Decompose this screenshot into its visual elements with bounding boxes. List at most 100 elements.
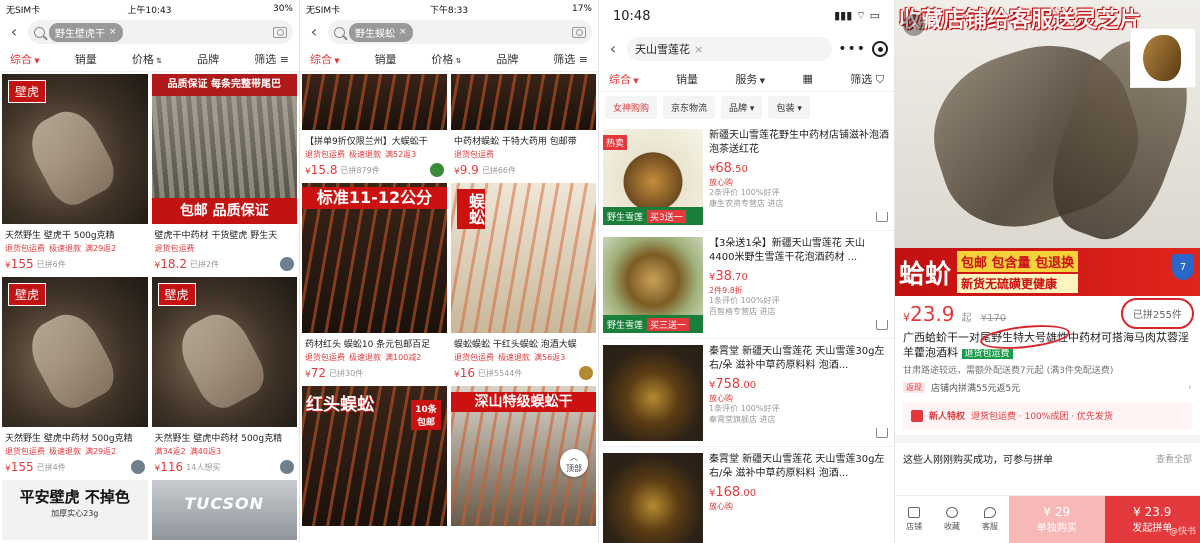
product-card[interactable]: 壁虎 天然野生 壁虎中药材 500g克精 满34返2 满40返3 ¥116 14…: [151, 277, 297, 474]
arrow-up-icon: ︿: [570, 453, 578, 462]
tab-price[interactable]: 价格 ⇅: [132, 51, 162, 67]
tab-sales[interactable]: 销量: [676, 71, 698, 87]
tab-brand[interactable]: 品牌: [197, 51, 219, 67]
service-button[interactable]: 客服: [971, 496, 1009, 543]
grid-view-icon[interactable]: ▦: [802, 72, 812, 85]
shop-button[interactable]: 店铺: [895, 496, 933, 543]
camera-icon[interactable]: [572, 26, 586, 38]
tab-comprehensive[interactable]: 综合 ▼: [310, 51, 340, 67]
buy-single-button[interactable]: ¥ 29 单独购买: [1009, 496, 1105, 543]
tab-filter[interactable]: 筛选 ⛉: [850, 71, 884, 87]
shop-link[interactable]: 秦霄堂旗舰店 进店: [709, 415, 890, 426]
tab-sales[interactable]: 销量: [75, 51, 97, 67]
tab-label: 筛选: [850, 72, 873, 86]
buy-single-price: ¥ 29: [1043, 505, 1071, 519]
list-item[interactable]: 秦霄堂 新疆天山雪莲花 天山雪莲30g左右/朵 滋补中草药原料料 泡酒... ¥…: [599, 447, 894, 543]
search-chip-label: 野生蜈蚣: [355, 28, 395, 40]
centipede-photo: [302, 74, 447, 130]
product-tags: 退货包运费 极速退款 满29返2: [5, 243, 145, 254]
battery-text: 30%: [272, 4, 293, 14]
group-buy-row[interactable]: 这些人刚刚购买成功，可参与拼单 查看全部: [895, 443, 1200, 474]
tab-filter[interactable]: 筛选 ≡: [553, 51, 588, 67]
back-icon[interactable]: ‹: [605, 41, 621, 57]
product-card[interactable]: 品质保证 每条完整带尾巴 包邮 品质保证 壁虎干中药材 干货壁虎 野生天 退货包…: [151, 74, 297, 271]
gift-icon: [911, 409, 923, 422]
cart-icon[interactable]: [876, 212, 888, 222]
tag: 退货包运费: [305, 150, 345, 159]
sold-count: 已拼255件: [1120, 298, 1194, 329]
camera-icon[interactable]: [273, 26, 287, 38]
favorite-label: 收藏: [944, 522, 960, 531]
search-input[interactable]: 天山雪莲花 ×: [627, 37, 833, 61]
close-icon[interactable]: ×: [399, 27, 407, 37]
product-card[interactable]: 【拼单9折仅限兰州】大蜈蚣干 退货包运费 极速退款 满52返3 ¥15.8 已拼…: [302, 74, 447, 177]
tag: 极速退款: [349, 353, 381, 362]
tab-label: 综合: [609, 72, 631, 86]
product-badge: 壁虎: [8, 283, 47, 306]
centipede-search-panel: 无SIM卡 下午8:33 17% ‹ 野生蜈蚣 × 综合 ▼ 销量 价格 ⇅ 品牌…: [300, 0, 599, 543]
shop-link[interactable]: 康生农资专营店 进店: [709, 199, 890, 210]
tab-sales[interactable]: 销量: [375, 51, 397, 67]
filter-chip[interactable]: 京东物流: [663, 96, 716, 119]
image-strip: 野生雪莲 买3送一: [603, 207, 703, 225]
search-chip[interactable]: 野生壁虎干 ×: [49, 22, 123, 42]
price-row: ¥72 已拼30件: [305, 366, 444, 380]
product-card[interactable]: 蜈蚣 蜈蚣蜈蚣 干红头蜈蚣 泡酒大蜈 退货包运费 极速退款 满56返3 ¥16 …: [451, 183, 596, 380]
tab-price[interactable]: 价格 ⇅: [431, 51, 461, 67]
close-icon[interactable]: ×: [109, 27, 117, 37]
filter-chip[interactable]: 女神购购: [605, 96, 658, 119]
group-buy-price: ¥ 23.9: [1133, 505, 1172, 519]
gift-thumbnail: [1130, 28, 1196, 88]
tab-filter[interactable]: 筛选 ≡: [254, 51, 289, 67]
filter-chip[interactable]: 包装 ▾: [768, 96, 810, 119]
cashback-row[interactable]: 返现 店铺内拼满55元返5元 ›: [895, 378, 1200, 397]
group-buy-text: 这些人刚刚购买成功，可参与拼单: [903, 454, 1053, 466]
filter-chip[interactable]: 品牌 ▾: [721, 96, 763, 119]
tab-label: 价格: [431, 52, 454, 66]
back-icon[interactable]: ‹: [903, 14, 925, 36]
product-card[interactable]: 壁虎 天然野生 壁虎干 500g克精 退货包运费 极速退款 满29返2 ¥155…: [2, 74, 148, 271]
tab-comprehensive[interactable]: 综合 ▼: [609, 71, 639, 87]
search-input[interactable]: 野生蜈蚣 ×: [328, 20, 592, 44]
product-card[interactable]: 标准11-12公分 药材红头 蜈蚣10 条元包邮百足 退货包运费 极速退款 满1…: [302, 183, 447, 380]
favorite-button[interactable]: 收藏: [933, 496, 971, 543]
product-title: 蜈蚣蜈蚣 干红头蜈蚣 泡酒大蜈: [454, 340, 577, 350]
return-shipping-tag: 退货包运费: [961, 349, 1013, 360]
cart-icon[interactable]: [876, 320, 888, 330]
list-item[interactable]: 秦霄堂 新疆天山雪莲花 天山雪莲30g左右/朵 滋补中草药原料料 泡酒... ¥…: [599, 339, 894, 447]
product-card[interactable]: 平安壁虎 不掉色 加厚实心23g: [2, 480, 148, 540]
product-card[interactable]: 中药材蜈蚣 干特大药用 包邮带 退货包运费 ¥9.9 已拼66件: [451, 74, 596, 177]
back-icon[interactable]: ‹: [6, 24, 22, 40]
tab-brand[interactable]: 品牌: [496, 51, 518, 67]
list-item[interactable]: 野生雪莲 买三送一 【3朵送1朵】新疆天山雪莲花 天山4400米野生雪莲干花泡酒药…: [599, 231, 894, 339]
view-all-link[interactable]: 查看全部: [1156, 452, 1192, 465]
product-title: 秦霄堂 新疆天山雪莲花 天山雪莲30g左右/朵 滋补中草药原料料 泡酒...: [709, 346, 885, 371]
back-icon[interactable]: ‹: [306, 24, 322, 40]
target-icon[interactable]: [872, 41, 888, 57]
list-item[interactable]: 热卖 野生雪莲 买3送一 新疆天山雪莲花野生中药材店铺滋补泡酒泡茶送红花 ¥68.…: [599, 123, 894, 231]
search-input[interactable]: 野生壁虎干 ×: [28, 20, 293, 44]
product-price: ¥116: [154, 460, 184, 474]
product-card[interactable]: TUCSON: [151, 480, 297, 540]
product-title: 【3朵送1朵】新疆天山雪莲花 天山4400米野生雪莲干花泡酒药材 ...: [709, 238, 865, 263]
new-user-bar[interactable]: 新人特权 退货包运费 · 100%成团 · 优先发货: [903, 402, 1192, 429]
tag: 满52返3: [385, 150, 417, 159]
tab-service[interactable]: 服务 ▼: [735, 71, 765, 87]
product-banner-top: 深山特级蜈蚣干: [451, 392, 596, 412]
product-banner-top: 标准11-12公分: [302, 187, 447, 209]
product-image: [603, 453, 703, 543]
shop-link[interactable]: 百智格专营店 进店: [709, 307, 890, 318]
item-info: 新疆天山雪莲花野生中药材店铺滋补泡酒泡茶送红花 ¥68.50 放心购 2条评价 …: [709, 129, 890, 224]
price-value: 18.2: [160, 257, 187, 271]
product-price: ¥23.9: [903, 302, 955, 326]
product-card[interactable]: 红头蜈蚣 10条 包邮: [302, 386, 447, 526]
tag: 满100减2: [385, 353, 422, 362]
product-card[interactable]: 壁虎 天然野生 壁虎中药材 500g克精 退货包运费 极速退款 满29返2 ¥1…: [2, 277, 148, 474]
search-chip[interactable]: 野生蜈蚣 ×: [349, 22, 413, 42]
cart-icon[interactable]: [876, 428, 888, 438]
tab-comprehensive[interactable]: 综合 ▼: [10, 51, 40, 67]
scroll-top-button[interactable]: ︿ 顶部: [560, 449, 588, 477]
more-icon[interactable]: •••: [838, 41, 866, 57]
tag: 极速退款: [349, 150, 381, 159]
close-icon[interactable]: ×: [694, 43, 703, 56]
